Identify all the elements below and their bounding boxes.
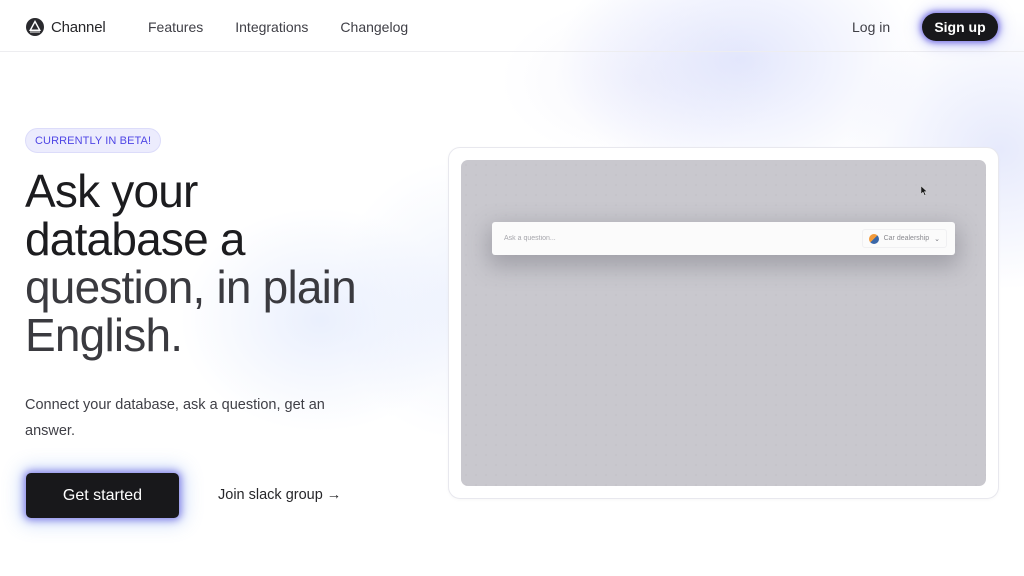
- headline-line: question, in plain: [25, 261, 357, 313]
- ask-question-bar: Car dealership ⌄: [492, 222, 955, 255]
- signup-button[interactable]: Sign up: [922, 13, 998, 41]
- headline-line: Ask your: [25, 165, 198, 217]
- hero-headline: Ask your database a question, in plain E…: [25, 167, 425, 359]
- ask-question-input[interactable]: [504, 235, 804, 242]
- headline-line: English.: [25, 309, 183, 361]
- mouse-cursor-icon: [921, 186, 928, 196]
- join-slack-link[interactable]: Join slack group →: [218, 487, 341, 503]
- database-icon: [868, 233, 879, 244]
- hero-subtext: Connect your database, ask a question, g…: [25, 397, 325, 439]
- nav-link-integrations[interactable]: Integrations: [235, 19, 308, 35]
- login-link[interactable]: Log in: [852, 19, 890, 35]
- headline-line: database a: [25, 213, 245, 265]
- preview-screen: Car dealership ⌄: [461, 160, 986, 486]
- nav-links: Features Integrations Changelog: [148, 19, 408, 35]
- beta-badge: CURRENTLY IN BETA!: [25, 128, 162, 153]
- product-preview: Car dealership ⌄: [448, 147, 999, 499]
- chevron-down-icon: ⌄: [934, 235, 940, 243]
- get-started-button[interactable]: Get started: [26, 473, 179, 518]
- nav-link-features[interactable]: Features: [148, 19, 203, 35]
- channel-logo-icon: [26, 18, 44, 36]
- database-selector[interactable]: Car dealership ⌄: [861, 229, 947, 248]
- top-navigation: Channel Features Integrations Changelog …: [0, 0, 1024, 52]
- brand-name: Channel: [51, 18, 106, 36]
- brand-logo[interactable]: Channel: [25, 17, 106, 37]
- nav-link-changelog[interactable]: Changelog: [340, 19, 408, 35]
- database-selector-label: Car dealership: [883, 235, 930, 242]
